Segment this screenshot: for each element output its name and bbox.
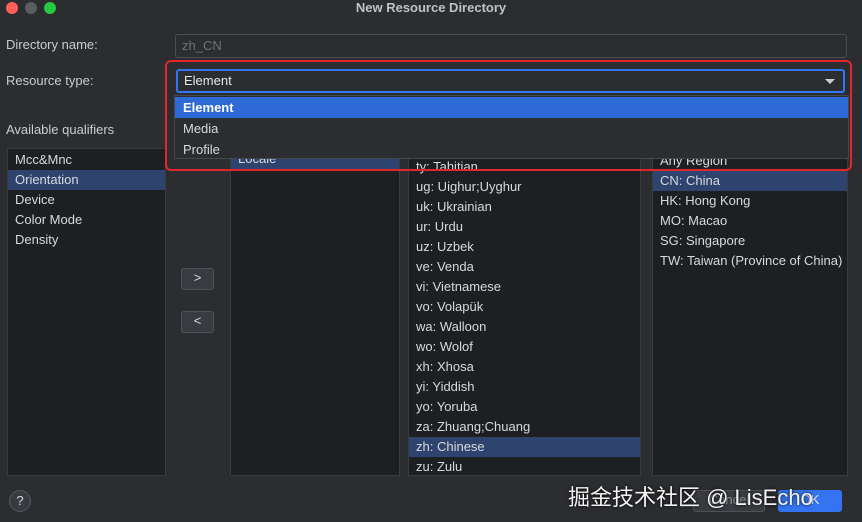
- region-item-selected[interactable]: CN: China: [653, 171, 847, 191]
- region-list[interactable]: Any Region CN: China HK: Hong Kong MO: M…: [652, 148, 848, 476]
- language-item[interactable]: zu: Zulu: [409, 457, 640, 475]
- qualifier-item-device[interactable]: Device: [8, 190, 165, 210]
- region-item[interactable]: TW: Taiwan (Province of China): [653, 251, 847, 271]
- highlight-box: [165, 60, 852, 171]
- window-title: New Resource Directory: [355, 0, 507, 15]
- language-item[interactable]: wo: Wolof: [409, 337, 640, 357]
- directory-name-label: Directory name:: [6, 37, 98, 52]
- resource-type-label: Resource type:: [6, 73, 94, 88]
- title-bar: New Resource Directory: [0, 0, 862, 16]
- qualifier-item-color-mode[interactable]: Color Mode: [8, 210, 165, 230]
- region-item[interactable]: HK: Hong Kong: [653, 191, 847, 211]
- language-item[interactable]: yo: Yoruba: [409, 397, 640, 417]
- language-item[interactable]: uk: Ukrainian: [409, 197, 640, 217]
- available-qualifiers-list[interactable]: Mcc&Mnc Orientation Device Color Mode De…: [7, 148, 166, 476]
- language-item[interactable]: wa: Walloon: [409, 317, 640, 337]
- language-item[interactable]: za: Zhuang;Chuang: [409, 417, 640, 437]
- language-item[interactable]: ur: Urdu: [409, 217, 640, 237]
- language-item[interactable]: ve: Venda: [409, 257, 640, 277]
- help-button[interactable]: ?: [9, 490, 31, 512]
- language-item[interactable]: vo: Volapük: [409, 297, 640, 317]
- qualifier-item-mcc-mnc[interactable]: Mcc&Mnc: [8, 150, 165, 170]
- language-item[interactable]: xh: Xhosa: [409, 357, 640, 377]
- add-qualifier-button[interactable]: >: [181, 268, 214, 290]
- language-item-selected[interactable]: zh: Chinese: [409, 437, 640, 457]
- language-item[interactable]: vi: Vietnamese: [409, 277, 640, 297]
- watermark: 掘金技术社区 @ LisEcho: [568, 485, 813, 510]
- chosen-qualifiers-list[interactable]: Locale: [230, 148, 400, 476]
- region-item[interactable]: MO: Macao: [653, 211, 847, 231]
- qualifier-item-density[interactable]: Density: [8, 230, 165, 250]
- available-qualifiers-label: Available qualifiers: [6, 122, 115, 137]
- language-item[interactable]: yi: Yiddish: [409, 377, 640, 397]
- language-list[interactable]: ty: Tahitian ug: Uighur;Uyghur uk: Ukrai…: [408, 148, 641, 476]
- remove-qualifier-button[interactable]: <: [181, 311, 214, 333]
- qualifier-item-orientation[interactable]: Orientation: [8, 170, 165, 190]
- directory-name-field[interactable]: zh_CN: [175, 34, 847, 58]
- region-item[interactable]: SG: Singapore: [653, 231, 847, 251]
- language-item[interactable]: ug: Uighur;Uyghur: [409, 177, 640, 197]
- language-item[interactable]: uz: Uzbek: [409, 237, 640, 257]
